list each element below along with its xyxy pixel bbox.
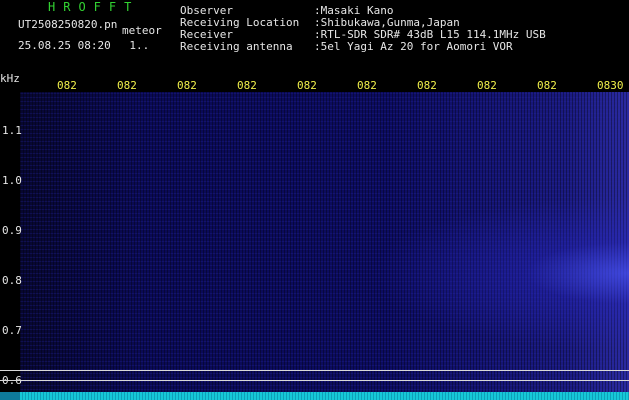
capture-datetime: 25.08.25 08:20 1.. [18, 40, 149, 52]
x-tick-2: 082 [117, 80, 137, 92]
x-tick-6: 082 [357, 80, 377, 92]
y-axis-unit: kHz [0, 72, 20, 85]
marker-line-upper [0, 370, 629, 371]
x-tick-3: 082 [177, 80, 197, 92]
x-tick-8: 082 [477, 80, 497, 92]
hrofft-window: HROFFT UT2508250820.pn meteor 25.08.25 0… [0, 0, 629, 400]
app-brand: HROFFT [48, 0, 140, 14]
file-name: UT2508250820.pn [18, 18, 118, 31]
signal-strip-left [0, 392, 20, 400]
x-tick-9: 082 [537, 80, 557, 92]
y-tick-0-8: 0.8 [2, 274, 22, 287]
y-tick-0-9: 0.9 [2, 224, 22, 237]
frame-counter: 1.. [129, 39, 150, 52]
y-axis-band [0, 92, 20, 400]
antenna-value: :5el Yagi Az 20 for Aomori VOR [314, 40, 513, 53]
y-tick-1-1: 1.1 [2, 124, 22, 137]
y-tick-1-0: 1.0 [2, 174, 22, 187]
antenna-label: Receiving antenna [180, 40, 293, 53]
x-tick-5: 082 [297, 80, 317, 92]
x-tick-1: 082 [57, 80, 77, 92]
x-tick-4: 082 [237, 80, 257, 92]
datetime-value: 25.08.25 08:20 [18, 39, 111, 52]
marker-line-lower [0, 380, 629, 381]
y-tick-0-6: 0.6 [2, 374, 22, 387]
x-tick-7: 082 [417, 80, 437, 92]
y-tick-0-7: 0.7 [2, 324, 22, 337]
x-tick-10: 0830 [597, 80, 624, 92]
signal-level-strip [20, 392, 629, 400]
spectrogram-area [20, 92, 629, 394]
mode-label: meteor [122, 24, 162, 37]
